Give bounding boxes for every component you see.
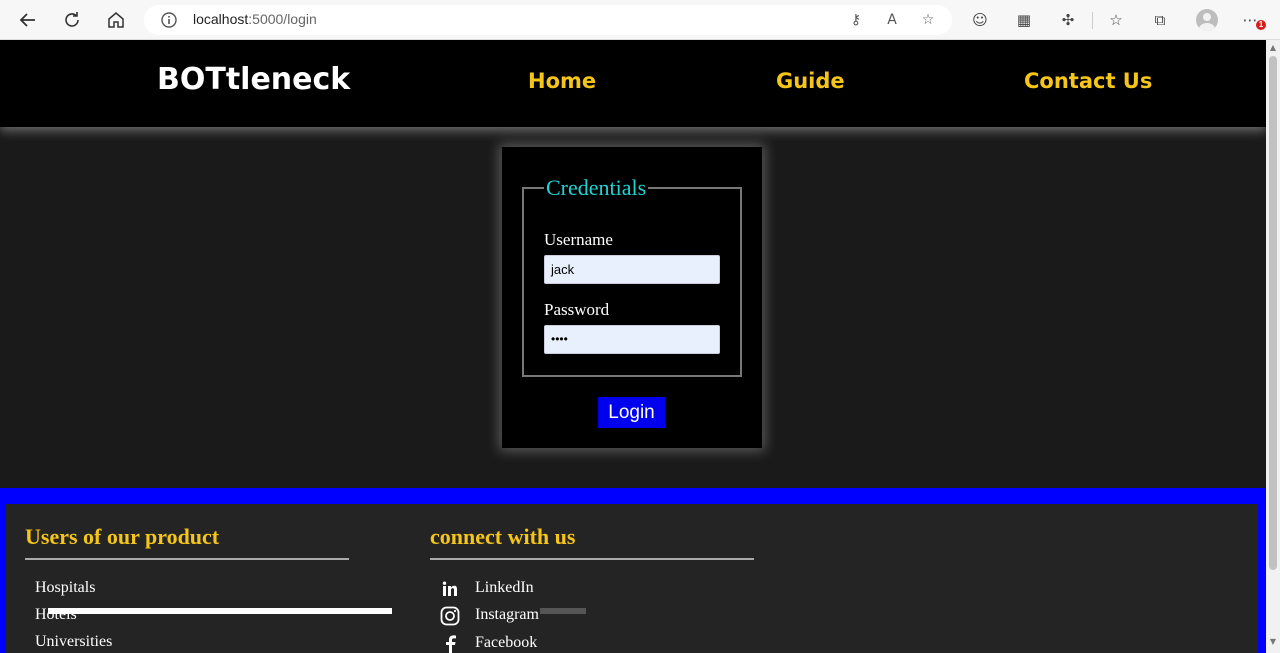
scrollbar-thumb[interactable] xyxy=(1269,56,1277,570)
url-text: localhost:5000/login xyxy=(193,11,317,27)
scroll-down-icon[interactable]: ▼ xyxy=(1269,638,1277,646)
home-icon[interactable] xyxy=(104,8,128,32)
toolbar-divider xyxy=(1092,12,1093,29)
site-header: BOTtleneck Home Guide Contact Us xyxy=(0,40,1266,127)
vertical-scrollbar[interactable]: ▲ ▼ xyxy=(1266,40,1280,653)
connect-title: connect with us xyxy=(430,524,576,549)
brand-logo[interactable]: BOTtleneck xyxy=(157,62,350,97)
collections-icon[interactable]: ⧉ xyxy=(1150,10,1170,30)
site-info-icon[interactable] xyxy=(160,11,178,29)
favorites-icon[interactable]: ☆ xyxy=(1106,10,1126,30)
profile-avatar[interactable] xyxy=(1196,9,1218,31)
refresh-icon[interactable] xyxy=(60,8,84,32)
notification-badge: 1 xyxy=(1256,20,1266,30)
extensions-puzzle-icon[interactable]: ✣ xyxy=(1058,10,1078,30)
login-button[interactable]: Login xyxy=(598,397,665,428)
footer: Users of our product Hospitals Hotels Un… xyxy=(0,488,1266,653)
read-aloud-icon[interactable]: A xyxy=(883,11,901,29)
page-viewport: BOTtleneck Home Guide Contact Us Credent… xyxy=(0,40,1266,653)
users-item-universities[interactable]: Universities xyxy=(35,633,112,651)
scroll-up-icon[interactable]: ▲ xyxy=(1269,44,1277,52)
login-card: Credentials Username jack Password •••• … xyxy=(502,147,762,448)
extension-calendar-icon[interactable]: ▦ xyxy=(1014,10,1034,30)
browser-toolbar: localhost:5000/login ⚷ A ☆ ☺ ▦ ✣ ☆ ⧉ ⋯ 1 xyxy=(0,0,1280,40)
back-icon[interactable] xyxy=(16,8,40,32)
nav-home-link[interactable]: Home xyxy=(528,69,596,93)
users-divider xyxy=(25,558,349,560)
favorite-add-icon[interactable]: ☆ xyxy=(919,11,937,29)
address-bar[interactable]: localhost:5000/login ⚷ A ☆ xyxy=(144,5,952,35)
social-facebook-link[interactable]: Facebook xyxy=(475,634,537,652)
facebook-icon[interactable] xyxy=(439,633,461,653)
instagram-icon[interactable] xyxy=(439,605,461,627)
bottom-overlay-strip-2 xyxy=(540,608,586,614)
username-label: Username xyxy=(544,230,613,249)
nav-guide-link[interactable]: Guide xyxy=(776,69,845,93)
nav-contact-link[interactable]: Contact Us xyxy=(1024,69,1152,93)
credentials-legend: Credentials xyxy=(546,175,647,200)
users-title: Users of our product xyxy=(25,524,220,549)
password-input[interactable]: •••• xyxy=(544,325,720,354)
password-label: Password xyxy=(544,300,610,319)
social-linkedin-link[interactable]: LinkedIn xyxy=(475,579,534,597)
footer-panel: Users of our product Hospitals Hotels Un… xyxy=(6,504,1258,653)
extension-face-icon[interactable]: ☺ xyxy=(970,10,990,30)
social-instagram-link[interactable]: Instagram xyxy=(475,606,539,624)
key-icon[interactable]: ⚷ xyxy=(847,11,865,29)
bottom-overlay-strip xyxy=(48,608,392,614)
connect-divider xyxy=(430,558,754,560)
username-input[interactable]: jack xyxy=(544,255,720,284)
linkedin-icon[interactable] xyxy=(439,578,461,600)
users-item-hospitals[interactable]: Hospitals xyxy=(35,579,95,597)
